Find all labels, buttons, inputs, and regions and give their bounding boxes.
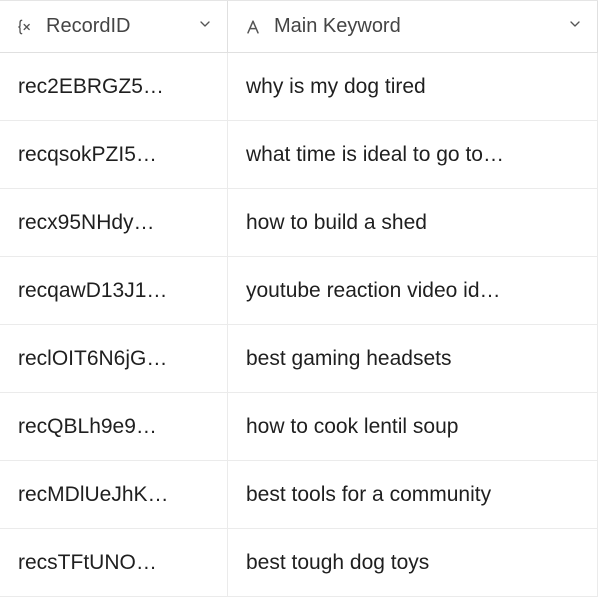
column-header-main-keyword[interactable]: Main Keyword xyxy=(228,1,598,53)
formula-icon xyxy=(14,16,36,38)
data-table: RecordID rec2EBRGZ5… recqsokPZI5… recx95… xyxy=(0,0,598,597)
column-header-label: Main Keyword xyxy=(274,15,567,38)
cell-main-keyword[interactable]: how to build a shed xyxy=(228,189,598,257)
cell-text: youtube reaction video id… xyxy=(246,279,579,303)
chevron-down-icon xyxy=(567,15,583,38)
cell-recordid[interactable]: recqawD13J1… xyxy=(0,257,228,325)
cell-main-keyword[interactable]: how to cook lentil soup xyxy=(228,393,598,461)
cell-text: how to cook lentil soup xyxy=(246,415,579,439)
column-header-recordid[interactable]: RecordID xyxy=(0,1,228,53)
cell-recordid[interactable]: recMDlUeJhK… xyxy=(0,461,228,529)
cell-recordid[interactable]: recsTFtUNO… xyxy=(0,529,228,597)
text-icon xyxy=(242,16,264,38)
cell-main-keyword[interactable]: best tools for a community xyxy=(228,461,598,529)
cell-recordid[interactable]: rec2EBRGZ5… xyxy=(0,53,228,121)
cell-text: best gaming headsets xyxy=(246,347,579,371)
cell-text: rec2EBRGZ5… xyxy=(18,75,209,99)
cell-recordid[interactable]: recqsokPZI5… xyxy=(0,121,228,189)
cell-main-keyword[interactable]: best gaming headsets xyxy=(228,325,598,393)
cell-recordid[interactable]: recQBLh9e9… xyxy=(0,393,228,461)
cell-text: how to build a shed xyxy=(246,211,579,235)
cell-text: why is my dog tired xyxy=(246,75,579,99)
column-recordid: RecordID rec2EBRGZ5… recqsokPZI5… recx95… xyxy=(0,1,228,597)
cell-main-keyword[interactable]: what time is ideal to go to… xyxy=(228,121,598,189)
cell-main-keyword[interactable]: youtube reaction video id… xyxy=(228,257,598,325)
chevron-down-icon xyxy=(197,15,213,38)
cell-text: recqsokPZI5… xyxy=(18,143,209,167)
cell-text: recx95NHdy… xyxy=(18,211,209,235)
cell-text: best tools for a community xyxy=(246,483,579,507)
cell-text: recqawD13J1… xyxy=(18,279,209,303)
cell-text: recMDlUeJhK… xyxy=(18,483,209,507)
cell-main-keyword[interactable]: why is my dog tired xyxy=(228,53,598,121)
cell-text: recQBLh9e9… xyxy=(18,415,209,439)
cell-main-keyword[interactable]: best tough dog toys xyxy=(228,529,598,597)
column-header-label: RecordID xyxy=(46,15,197,38)
cell-text: what time is ideal to go to… xyxy=(246,143,579,167)
cell-text: recsTFtUNO… xyxy=(18,551,209,575)
cell-text: reclOIT6N6jG… xyxy=(18,347,209,371)
cell-text: best tough dog toys xyxy=(246,551,579,575)
cell-recordid[interactable]: recx95NHdy… xyxy=(0,189,228,257)
column-main-keyword: Main Keyword why is my dog tired what ti… xyxy=(228,1,598,597)
cell-recordid[interactable]: reclOIT6N6jG… xyxy=(0,325,228,393)
